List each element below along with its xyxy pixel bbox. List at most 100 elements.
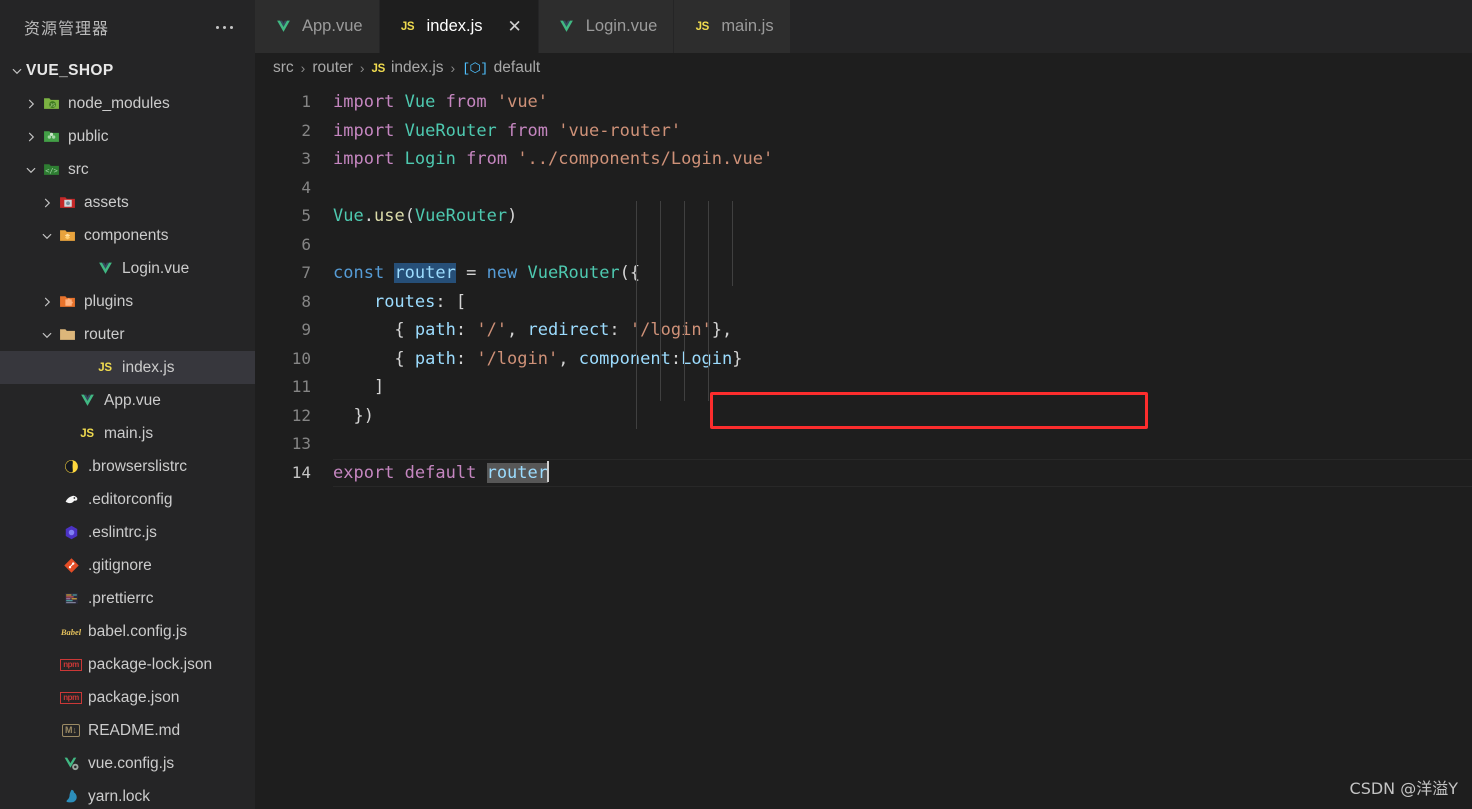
code-token: from (445, 92, 487, 112)
code-line[interactable]: 11 ] (255, 373, 1472, 402)
code-line-text: }) (333, 402, 1472, 431)
code-token: import (333, 149, 395, 169)
code-line[interactable]: 2 import VueRouter from 'vue-router' (255, 117, 1472, 146)
breadcrumb-label: default (493, 59, 541, 76)
tree-item-package-json[interactable]: npm package.json (0, 681, 255, 714)
tree-root-label: VUE_SHOP (26, 61, 114, 79)
code-token: VueRouter (414, 206, 508, 226)
more-actions-icon[interactable] (214, 20, 235, 35)
tree-item-package-lock-json[interactable]: npm package-lock.json (0, 648, 255, 681)
tab-login-vue[interactable]: Login.vue (538, 0, 675, 53)
line-number: 2 (301, 120, 311, 140)
code-token: VueRouter (404, 120, 497, 141)
chevron-right-icon[interactable] (38, 296, 56, 308)
tree-item-label: public (68, 127, 109, 145)
close-icon[interactable]: ✕ (508, 18, 522, 35)
code-token: VueRouter (527, 263, 620, 283)
tree-item-router[interactable]: router (0, 318, 255, 351)
code-line[interactable]: 13 (255, 430, 1472, 459)
chevron-down-icon[interactable] (22, 164, 40, 176)
chevron-down-icon[interactable] (38, 230, 56, 242)
code-line-text: { path: '/login', component:Login} (333, 345, 1472, 374)
tree-item-label: main.js (104, 424, 154, 442)
code-line[interactable]: 10 { path: '/login', component:Login} (255, 345, 1472, 374)
code-token: from (466, 149, 508, 169)
explorer-sidebar: 资源管理器 VUE_SHOP JS node_modules public </> src… (0, 0, 255, 809)
code-token: 'vue' (496, 92, 549, 112)
breadcrumb: src › router › JS index.js › [⬡] default (255, 53, 1472, 83)
tree-item-label: README.md (88, 721, 181, 739)
code-line[interactable]: 8 routes: [ (255, 288, 1472, 317)
breadcrumb-item-src[interactable]: src (273, 59, 294, 77)
tree-item-babel-config-js[interactable]: Babel babel.config.js (0, 615, 255, 648)
explorer-header: 资源管理器 (0, 0, 255, 54)
code-token: path (414, 348, 456, 369)
chevron-right-icon[interactable] (22, 131, 40, 143)
tab-app-vue[interactable]: App.vue (255, 0, 380, 53)
vscode-window: 资源管理器 VUE_SHOP JS node_modules public </> src… (0, 0, 1472, 809)
tree-item-assets[interactable]: assets (0, 186, 255, 219)
tree-item--prettierrc[interactable]: .prettierrc (0, 582, 255, 615)
tree-item-index-js[interactable]: JS index.js (0, 351, 255, 384)
chevron-right-icon[interactable] (38, 197, 56, 209)
watermark: CSDN @洋溢Y (1349, 779, 1458, 798)
breadcrumb-item-index-js[interactable]: JS index.js (372, 59, 444, 77)
code-token: '/login' (476, 348, 559, 369)
code-token: : (455, 320, 477, 340)
code-token: ) (507, 206, 518, 226)
tree-item-components[interactable]: components (0, 219, 255, 252)
code-line[interactable]: 7 const router = new VueRouter({ (255, 259, 1472, 288)
code-line[interactable]: 5 Vue.use(VueRouter) (255, 202, 1472, 231)
tree-item-app-vue[interactable]: App.vue (0, 384, 255, 417)
tab-index-js[interactable]: JS index.js ✕ (379, 0, 539, 53)
tab-main-js[interactable]: JS main.js (674, 0, 791, 53)
code-token: , (507, 320, 528, 340)
breadcrumb-item-default[interactable]: [⬡] default (462, 59, 540, 77)
tree-item-main-js[interactable]: JS main.js (0, 417, 255, 450)
code-token: Vue (333, 206, 364, 226)
code-line[interactable]: 9 { path: '/', redirect: '/login'}, (255, 316, 1472, 345)
line-number: 6 (301, 234, 311, 254)
code-line-text: import VueRouter from 'vue-router' (333, 117, 1472, 146)
code-line[interactable]: 14 export default router (255, 458, 1472, 487)
tree-root-vue-shop[interactable]: VUE_SHOP (0, 54, 255, 87)
js-icon: JS (80, 427, 94, 440)
eslint-icon (60, 524, 82, 542)
tree-item-node-modules[interactable]: JS node_modules (0, 87, 255, 120)
tree-item--eslintrc-js[interactable]: .eslintrc.js (0, 516, 255, 549)
tree-item-vue-config-js[interactable]: vue.config.js (0, 747, 255, 780)
chevron-down-icon[interactable] (38, 329, 56, 341)
tree-item-login-vue[interactable]: Login.vue (0, 252, 255, 285)
breadcrumb-item-router[interactable]: router (312, 59, 353, 77)
chevron-right-icon[interactable] (22, 98, 40, 110)
code-line[interactable]: 12 }) (255, 402, 1472, 431)
tree-item-yarn-lock[interactable]: yarn.lock (0, 780, 255, 809)
tree-item--browserslistrc[interactable]: .browserslistrc (0, 450, 255, 483)
code-editor[interactable]: 1 import Vue from 'vue' 2 import VueRouter … (255, 83, 1472, 809)
code-line[interactable]: 1 import Vue from 'vue' (255, 88, 1472, 117)
code-line[interactable]: 6 (255, 231, 1472, 260)
code-line[interactable]: 4 (255, 174, 1472, 203)
chevron-down-icon[interactable] (8, 65, 26, 77)
tree-item--gitignore[interactable]: .gitignore (0, 549, 255, 582)
tree-item-src[interactable]: </> src (0, 153, 255, 186)
tree-item-public[interactable]: public (0, 120, 255, 153)
code-content[interactable]: 1 import Vue from 'vue' 2 import VueRouter … (255, 83, 1472, 487)
tree-item--editorconfig[interactable]: .editorconfig (0, 483, 255, 516)
breadcrumb-separator: › (359, 60, 365, 76)
tree-item-readme-md[interactable]: M↓ README.md (0, 714, 255, 747)
tree-item-label: node_modules (68, 94, 170, 112)
line-number: 5 (301, 206, 311, 225)
components-folder-icon (56, 227, 78, 245)
git-icon (60, 557, 82, 575)
code-token: component (578, 348, 671, 369)
code-token: import (333, 120, 395, 141)
tab-bar: App.vue JS index.js ✕ Login.vue JS main.js (255, 0, 1472, 53)
code-line[interactable]: 3 import Login from '../components/Login.… (255, 145, 1472, 174)
tree-item-plugins[interactable]: plugins (0, 285, 255, 318)
